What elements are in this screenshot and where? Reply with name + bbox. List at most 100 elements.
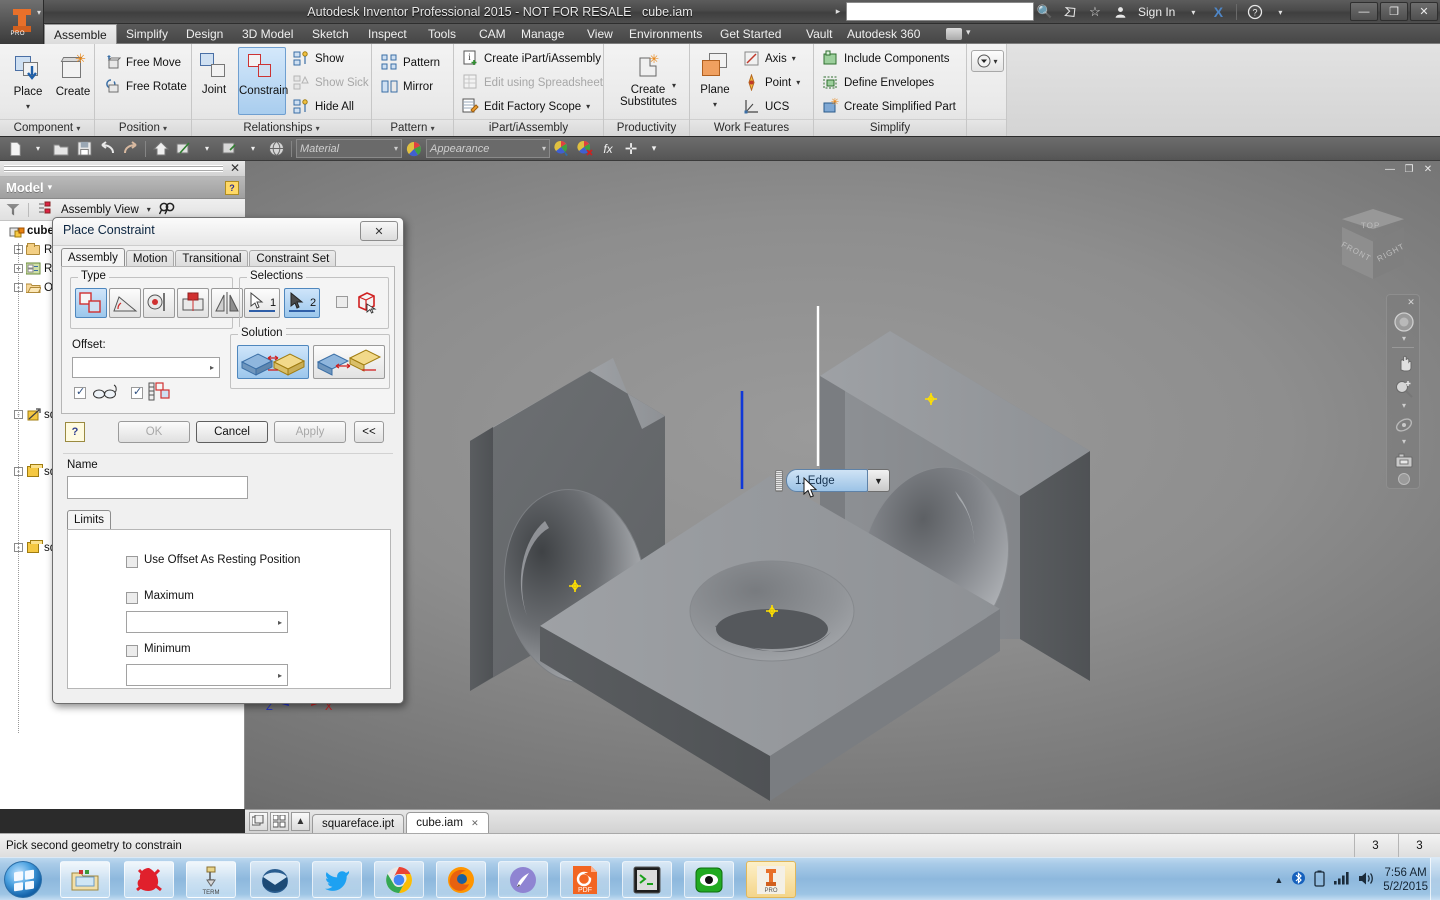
show-preview-checkbox[interactable] [131,385,143,399]
taskbar-twitter[interactable] [312,861,362,898]
mate-constraint-button[interactable] [75,288,107,318]
cancel-button[interactable]: Cancel [196,421,268,443]
new-file-chevron-icon[interactable]: ▾ [27,138,49,159]
chevron-down-icon[interactable]: ▾ [796,78,800,87]
new-file-icon[interactable] [4,138,26,159]
tab-vault[interactable]: Vault [797,24,841,44]
minimum-dropdown-arrow[interactable]: ▸ [273,665,287,685]
create-ipart-button[interactable]: i Create iPart/iAssembly [459,47,604,70]
adjust-appearance-icon[interactable] [551,138,573,159]
tab-view[interactable]: View [578,24,622,44]
return-chevron-icon[interactable]: ▾ [196,138,218,159]
tangent-constraint-button[interactable] [143,288,175,318]
minimum-input[interactable]: ▸ [126,664,288,686]
chevron-down-icon[interactable]: ▾ [394,144,398,153]
home-icon[interactable] [150,138,172,159]
panel-label-ipart[interactable]: iPart/iAssembly [454,119,603,136]
search-icon[interactable]: 🔍 [1034,2,1056,23]
network-icon[interactable] [1334,871,1349,888]
exchange-apps-icon[interactable]: X [1207,2,1229,23]
taskbar-term[interactable]: TERM [186,861,236,898]
chevron-down-icon[interactable]: ▾ [542,144,546,153]
mate-solution-button[interactable] [237,345,309,379]
appearance-combobox[interactable]: Appearance ▾ [426,139,550,158]
chevron-down-icon[interactable]: ▾ [792,54,796,63]
selection-chip-label[interactable]: 1. Edge [786,469,868,492]
show-hidden-icons-icon[interactable]: ▲ [1274,875,1283,885]
name-input[interactable] [67,476,248,499]
help-icon[interactable]: ? [1244,2,1266,23]
cloud-status-icon[interactable] [946,28,962,40]
tab-3d-model[interactable]: 3D Model [233,24,302,44]
angle-constraint-button[interactable] [109,288,141,318]
selection-1-button[interactable]: 1 [244,288,280,318]
browser-help-icon[interactable]: ? [225,180,239,195]
doc-close-button[interactable]: ✕ [1420,163,1436,177]
redo-icon[interactable] [119,138,141,159]
offset-dropdown-arrow[interactable]: ▸ [205,358,219,377]
doc-minimize-button[interactable]: — [1382,163,1398,177]
mirror-button[interactable]: Mirror [378,75,436,98]
doc-tab-squareface[interactable]: squareface.ipt [312,814,405,833]
maximum-checkbox[interactable] [126,592,138,604]
tab-simplify[interactable]: Simplify [117,24,177,44]
save-icon[interactable] [73,138,95,159]
tab-environments[interactable]: Environments [620,24,711,44]
filter-icon[interactable] [6,203,20,216]
selection-chip-dropdown[interactable]: ▼ [868,469,890,492]
chevron-down-icon[interactable]: ▾ [1387,438,1421,448]
application-menu-button[interactable]: PRO ▾ [0,0,44,44]
assembly-view-label[interactable]: Assembly View [61,204,139,216]
restore-button[interactable]: ❐ [1380,2,1408,21]
predict-offset-checkbox[interactable] [74,385,86,399]
tab-manage[interactable]: Manage [512,24,573,44]
tab-assembly[interactable]: Assembly [61,248,125,267]
volume-icon[interactable] [1358,871,1374,889]
start-button[interactable] [4,861,42,898]
find-icon[interactable] [158,202,177,218]
clear-appearance-icon[interactable] [574,138,596,159]
doc-tab-cube[interactable]: cube.iam ✕ [406,812,489,833]
panel-label-position[interactable]: Position ▾ [95,119,191,136]
minimum-checkbox[interactable] [126,645,138,657]
full-navigation-wheel-icon[interactable] [1387,309,1421,335]
tab-limits[interactable]: Limits [67,510,112,530]
taskbar-windows-explorer[interactable] [60,861,110,898]
browser-grip[interactable]: ✕ [0,161,245,177]
create-simplified-part-button[interactable]: ✳ Create Simplified Part [819,95,959,118]
taskbar-gimp[interactable] [124,861,174,898]
parameters-fx-icon[interactable]: fx [597,138,619,159]
edit-factory-scope-button[interactable]: Edit Factory Scope ▾ [459,95,593,118]
panel-label-component[interactable]: Component ▾ [0,119,94,136]
chevron-down-icon[interactable]: ▾ [431,124,435,133]
doc-restore-button[interactable]: ❐ [1401,163,1417,177]
taskbar-console[interactable] [622,861,672,898]
chevron-down-icon[interactable]: ▾ [586,102,590,111]
chip-grip[interactable] [775,469,783,492]
panel-label-pattern[interactable]: Pattern ▾ [372,119,453,136]
pan-icon[interactable] [1387,350,1421,376]
doctabs-scroll-up-button[interactable]: ▲ [291,812,310,831]
collapse-button[interactable]: << [354,421,384,443]
pick-part-first-icon[interactable] [354,290,378,317]
flush-solution-button[interactable] [313,345,385,379]
tab-inspect[interactable]: Inspect [359,24,416,44]
work-axis-button[interactable]: Axis ▾ [740,47,799,70]
chevron-down-icon[interactable]: ▾ [993,57,997,66]
free-move-button[interactable]: Free Move [101,51,184,74]
panel-label-simplify[interactable]: Simplify [814,119,966,136]
tab-constraint-set[interactable]: Constraint Set [249,250,337,267]
joint-button[interactable]: Joint [192,47,236,96]
pattern-button[interactable]: Pattern [378,51,443,74]
chevron-down-icon[interactable]: ▾ [316,124,320,133]
pick-part-first-checkbox[interactable] [336,296,348,308]
chevron-down-icon[interactable]: ▾ [1387,402,1421,412]
taskbar-firefox[interactable] [436,861,486,898]
panel-label-work-features[interactable]: Work Features [690,119,813,136]
taskbar-editor[interactable] [498,861,548,898]
show-desktop-button[interactable] [1430,858,1440,900]
qat-overflow-chevron-icon[interactable]: ▾ [643,138,665,159]
chevron-down-icon[interactable]: ▾ [1387,335,1421,345]
orbit-icon[interactable] [1387,412,1421,438]
close-icon[interactable]: ✕ [1405,296,1417,308]
